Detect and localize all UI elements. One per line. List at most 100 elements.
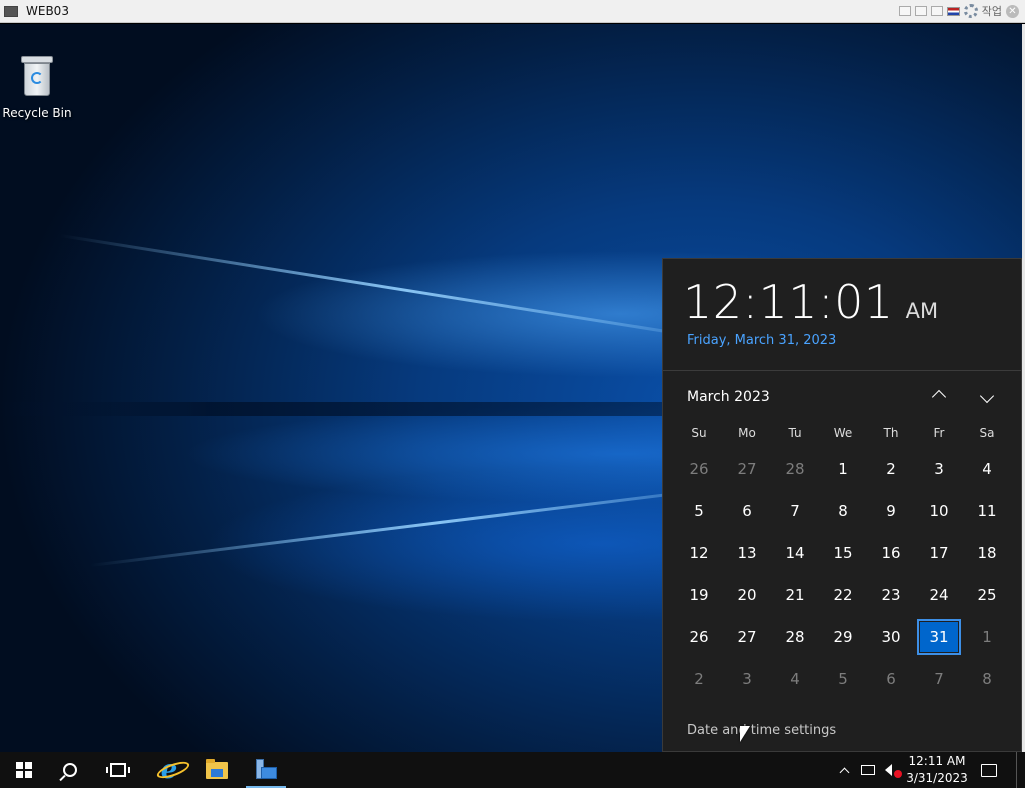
taskbar-time: 12:11 AM — [908, 754, 966, 768]
mute-badge-icon — [893, 770, 902, 778]
file-explorer-icon — [206, 758, 228, 779]
remote-window-titlebar[interactable]: WEB03 작업 ✕ — [0, 0, 1025, 23]
calendar-day[interactable]: 7 — [771, 490, 819, 532]
wallpaper-light-beam — [59, 234, 752, 347]
calendar-day[interactable]: 18 — [963, 532, 1011, 574]
calendar-day[interactable]: 10 — [915, 490, 963, 532]
language-flag-icon[interactable] — [946, 6, 960, 16]
titlebar-controls: 작업 ✕ — [898, 3, 1019, 19]
calendar-day[interactable]: 2 — [675, 658, 723, 700]
calendar-day[interactable]: 8 — [819, 490, 867, 532]
calendar-week-row: 19 20 21 22 23 24 25 — [675, 574, 1011, 616]
gear-icon[interactable] — [963, 4, 978, 18]
calendar-day[interactable]: 3 — [723, 658, 771, 700]
calendar-day[interactable]: 1 — [819, 448, 867, 490]
previous-month-button[interactable] — [927, 387, 951, 407]
calendar-day[interactable]: 8 — [963, 658, 1011, 700]
calendar-day[interactable]: 20 — [723, 574, 771, 616]
calendar-day[interactable]: 3 — [915, 448, 963, 490]
calendar-day[interactable]: 17 — [915, 532, 963, 574]
calendar-week-row: 5 6 7 8 9 10 11 — [675, 490, 1011, 532]
taskbar-app-file-explorer[interactable] — [193, 752, 241, 788]
minimize-window-button[interactable] — [914, 6, 927, 16]
volume-tray-button[interactable] — [882, 752, 904, 788]
taskbar-app-internet-explorer[interactable]: e — [145, 752, 193, 788]
weekday-label: Sa — [979, 426, 995, 440]
calendar-day[interactable]: 25 — [963, 574, 1011, 616]
calendar-day[interactable]: 2 — [867, 448, 915, 490]
action-center-button[interactable] — [976, 752, 1002, 788]
calendar-day[interactable]: 11 — [963, 490, 1011, 532]
calendar-day[interactable]: 30 — [867, 616, 915, 658]
month-year-label[interactable]: March 2023 — [687, 389, 770, 405]
weekday-header-row: Su Mo Tu We Th Fr Sa — [675, 426, 1011, 448]
task-view-button[interactable] — [94, 752, 142, 788]
calendar-day[interactable]: 6 — [723, 490, 771, 532]
weekday-label: Mo — [738, 426, 756, 440]
internet-explorer-icon: e — [160, 755, 178, 785]
taskbar-date: 3/31/2023 — [906, 771, 968, 785]
calendar-day[interactable]: 23 — [867, 574, 915, 616]
calendar-day[interactable]: 26 — [675, 448, 723, 490]
calendar-day[interactable]: 4 — [771, 658, 819, 700]
taskbar-clock[interactable]: 12:11 AM 3/31/2023 — [906, 752, 968, 788]
calendar-day[interactable]: 5 — [675, 490, 723, 532]
maximize-window-button[interactable] — [930, 6, 943, 16]
task-view-icon — [106, 763, 130, 777]
calendar-day[interactable]: 19 — [675, 574, 723, 616]
taskbar-app-server-manager[interactable] — [242, 752, 290, 788]
window-title: WEB03 — [26, 4, 69, 18]
calendar-day[interactable]: 5 — [819, 658, 867, 700]
desktop-icon-recycle-bin[interactable]: Recycle Bin — [2, 54, 72, 120]
calendar-day[interactable]: 21 — [771, 574, 819, 616]
search-button[interactable] — [46, 752, 94, 788]
notification-icon — [981, 763, 997, 777]
calendar-day[interactable]: 27 — [723, 616, 771, 658]
calendar-day[interactable]: 15 — [819, 532, 867, 574]
calendar-day-today[interactable]: 31 — [915, 616, 963, 658]
long-date-link[interactable]: Friday, March 31, 2023 — [687, 333, 836, 348]
calendar-day[interactable]: 1 — [963, 616, 1011, 658]
network-tray-button[interactable] — [858, 752, 878, 788]
chevron-up-icon — [931, 389, 947, 405]
clock-calendar-flyout: 12:11:01 AM Friday, March 31, 2023 March… — [662, 258, 1022, 752]
restore-button[interactable] — [898, 6, 911, 16]
start-button[interactable] — [0, 752, 48, 788]
show-desktop-button[interactable] — [1016, 752, 1025, 788]
show-hidden-icons-button[interactable] — [836, 752, 852, 788]
calendar-day[interactable]: 16 — [867, 532, 915, 574]
actions-menu[interactable]: 작업 — [982, 3, 1002, 19]
calendar-day[interactable]: 9 — [867, 490, 915, 532]
calendar-day[interactable]: 28 — [771, 448, 819, 490]
weekday-label: Fr — [933, 426, 945, 440]
clock-ampm: AM — [905, 299, 939, 323]
calendar-week-row: 26 27 28 1 2 3 4 — [675, 448, 1011, 490]
close-icon[interactable]: ✕ — [1006, 4, 1019, 18]
calendar-day[interactable]: 13 — [723, 532, 771, 574]
date-time-settings-link[interactable]: Date and time settings — [687, 723, 836, 738]
weekday-label: Su — [691, 426, 707, 440]
clock-display: 12:11:01 AM — [683, 275, 938, 329]
calendar-week-row: 12 13 14 15 16 17 18 — [675, 532, 1011, 574]
window-icon — [4, 5, 18, 17]
calendar-grid: Su Mo Tu We Th Fr Sa 26 27 28 1 2 3 4 5 … — [675, 426, 1011, 700]
recycle-bin-icon — [19, 54, 55, 98]
calendar-day[interactable]: 24 — [915, 574, 963, 616]
calendar-day[interactable]: 4 — [963, 448, 1011, 490]
calendar-day[interactable]: 12 — [675, 532, 723, 574]
today-highlight: 31 — [917, 619, 961, 655]
calendar-day[interactable]: 26 — [675, 616, 723, 658]
wallpaper-dark-band — [0, 402, 700, 416]
weekday-label: We — [833, 426, 853, 440]
next-month-button[interactable] — [975, 387, 999, 407]
calendar-day[interactable]: 22 — [819, 574, 867, 616]
mouse-pointer-icon — [740, 726, 750, 742]
calendar-day[interactable]: 6 — [867, 658, 915, 700]
weekday-label: Tu — [788, 426, 802, 440]
calendar-day[interactable]: 29 — [819, 616, 867, 658]
calendar-day[interactable]: 14 — [771, 532, 819, 574]
calendar-day[interactable]: 27 — [723, 448, 771, 490]
calendar-day[interactable]: 7 — [915, 658, 963, 700]
calendar-day[interactable]: 28 — [771, 616, 819, 658]
search-icon — [63, 763, 77, 777]
